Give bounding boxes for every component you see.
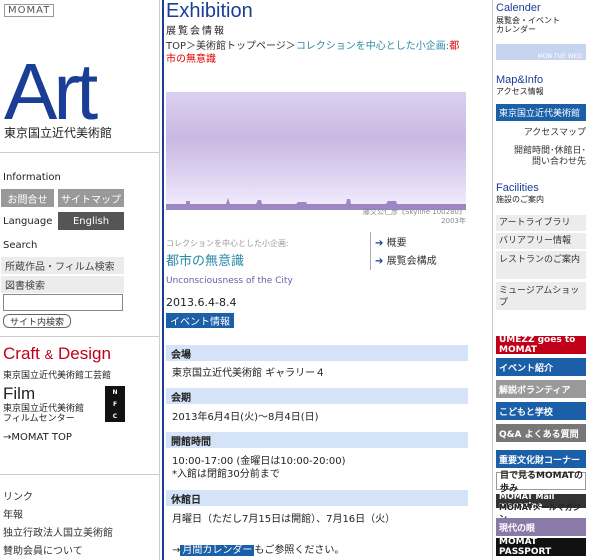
closed-text: 月曜日（ただし7月15日は開館）、7月16日（火） [172, 514, 396, 525]
skyline-image [166, 198, 466, 210]
mail-magazine-jp-banner[interactable]: MOMATメールマガジン [496, 503, 586, 523]
exhibition-period: 2013.6.4-8.4 [166, 296, 237, 309]
history-archive-banner[interactable]: 目で見るMOMATの歩み [496, 471, 586, 494]
divider [0, 474, 160, 475]
barrier-free-link[interactable]: バリアフリー情報 [496, 233, 586, 249]
english-button[interactable]: English [58, 212, 124, 230]
library-search-link[interactable]: 図書検索 [1, 276, 124, 293]
page-subtitle: 展覧会情報 [166, 26, 226, 37]
event-intro-banner[interactable]: イベント紹介 [496, 358, 586, 376]
monthly-calendar-link[interactable]: 月間カレンダー [180, 545, 255, 556]
facilities-sub: 施設のご案内 [496, 195, 544, 204]
image-caption: 藤文公仁彦《Skyline 100280》 2003年 [363, 208, 466, 225]
momat-logo[interactable]: MOMAT [4, 4, 55, 17]
vertical-rule [162, 0, 164, 560]
overview-link[interactable]: ➔ 概要 [375, 234, 407, 249]
exhibition-title-en: Unconsciousness of the City [166, 276, 293, 286]
divider [0, 336, 160, 337]
nfc-logo[interactable]: NFC [105, 386, 125, 422]
structure-link[interactable]: ➔ 展覧会構成 [375, 252, 437, 267]
map-info-sub: アクセス情報 [496, 87, 544, 96]
contact-button[interactable]: お問合せ [1, 189, 54, 207]
calendar-note: → 月間カレンダー もご参照ください。 [172, 545, 345, 556]
craft-design-link[interactable]: Craft & Design [3, 344, 111, 364]
crafts-gallery-name[interactable]: 東京国立近代美術館工芸館 [3, 368, 111, 381]
restaurant-link[interactable]: レストランのご案内 [496, 251, 586, 279]
annual-report-link[interactable]: 年報 [3, 506, 23, 521]
search-label: Search [3, 240, 38, 251]
hours-note: *入館は閉館30分前まで [172, 469, 280, 480]
divider [370, 232, 371, 270]
supporting-members-link[interactable]: 賛助会員について [3, 542, 83, 557]
breadcrumb-current[interactable]: コレクションを中心とした小企画: [296, 41, 449, 52]
facilities-title[interactable]: Facilities [496, 182, 539, 194]
art-logo[interactable]: Art [4, 52, 98, 132]
section-header-venue: 会場 [166, 345, 468, 361]
sitemap-button[interactable]: サイトマップ [58, 189, 124, 207]
information-label: Information [3, 172, 61, 183]
film-link[interactable]: Film [3, 384, 35, 404]
section-header-hours: 開館時間 [166, 432, 468, 448]
venue-text: 東京国立近代美術館 ギャラリー４ [172, 368, 326, 379]
calendar-image[interactable]: MON TUE WED [496, 44, 586, 60]
search-input[interactable] [3, 294, 123, 311]
art-library-link[interactable]: アートライブラリ [496, 215, 586, 231]
film-center-name[interactable]: 東京国立近代美術館 フィルムセンター [3, 404, 84, 424]
collection-search-link[interactable]: 所蔵作品・フィルム検索 [1, 257, 124, 274]
momat-passport-banner[interactable]: MOMAT PASSPORT [496, 537, 586, 557]
museum-name[interactable]: 東京国立近代美術館 [4, 124, 112, 141]
arrow-icon: ➔ [375, 256, 384, 267]
cultural-property-banner[interactable]: 重要文化財コーナー [496, 450, 586, 468]
map-info-title[interactable]: Map&Info [496, 74, 543, 86]
museum-access-button[interactable]: 東京国立近代美術館 [496, 104, 586, 121]
collection-subtitle: コレクションを中心とした小企画: [166, 239, 289, 248]
hours-text: 10:00-17:00 (金曜日は10:00-20:00) [172, 456, 346, 467]
site-search-button[interactable]: サイト内検索 [3, 314, 71, 328]
qa-banner[interactable]: Q&A よくある質問 [496, 424, 586, 442]
arrow-icon: ➔ [375, 238, 384, 249]
hours-contact-link[interactable]: 開館時間･休館日･ 問い合わせ先 [496, 146, 586, 168]
event-info-button[interactable]: イベント情報 [166, 313, 234, 328]
umezz-banner[interactable]: UMEZZ goes to MOMAT [496, 335, 586, 355]
access-map-link[interactable]: アクセスマップ [496, 128, 586, 139]
calendar-sub: 展覧会・イベント カレンダー [496, 16, 560, 34]
museum-shop-link[interactable]: ミュージアムショップ [496, 282, 586, 310]
divider [0, 152, 160, 153]
period-text: 2013年6月4日(火)～8月4日(日) [172, 412, 319, 423]
section-header-period: 会期 [166, 388, 468, 404]
volunteer-banner[interactable]: 解説ボランティア [496, 380, 586, 398]
language-label: Language [3, 216, 53, 227]
momat-top-link[interactable]: →MOMAT TOP [3, 432, 72, 443]
gendai-no-me-banner[interactable]: 現代の眼 [496, 518, 586, 536]
section-header-closed: 休館日 [166, 490, 468, 506]
links-link[interactable]: リンク [3, 488, 33, 503]
national-museum-link[interactable]: 独立行政法人国立美術館 [3, 524, 113, 539]
breadcrumb-top[interactable]: TOP＞美術館トップページ＞ [166, 41, 296, 52]
page-title: Exhibition [166, 0, 253, 22]
calendar-title[interactable]: Calender [496, 2, 541, 14]
exhibition-title: 都市の無意識 [166, 254, 245, 269]
kids-school-banner[interactable]: こどもと学校 [496, 402, 586, 420]
breadcrumb: TOP＞美術館トップページ＞コレクションを中心とした小企画:都市の無意識 [166, 40, 466, 66]
